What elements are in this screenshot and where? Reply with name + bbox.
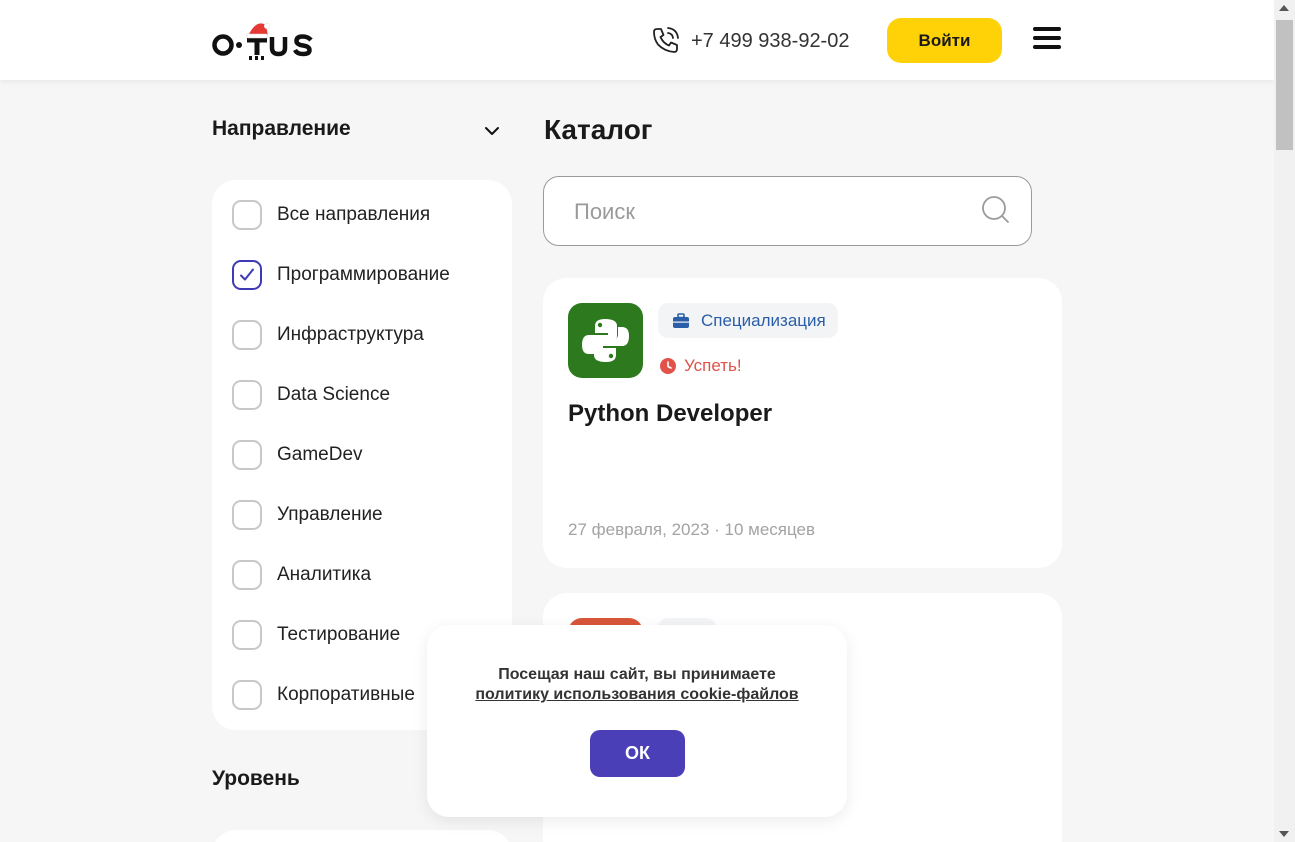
chevron-down-icon[interactable] — [481, 120, 503, 142]
filter-item-data-science[interactable]: Data Science — [232, 379, 390, 411]
filter-item-testing[interactable]: Тестирование — [232, 619, 400, 651]
course-card[interactable]: Специализация Успеть! Python Developer 2… — [543, 278, 1062, 568]
filter-item-label: Тестирование — [277, 624, 401, 645]
scrollbar-thumb[interactable] — [1276, 20, 1293, 150]
filter-item-programming[interactable]: Программирование — [232, 259, 450, 291]
checkbox[interactable] — [232, 680, 262, 710]
phone-number[interactable]: +7 499 938-92-02 — [691, 30, 849, 53]
search-icon[interactable] — [981, 195, 1011, 225]
level-filter-title[interactable]: Уровень — [212, 767, 300, 791]
python-logo-icon — [568, 303, 643, 378]
search-input[interactable] — [574, 199, 974, 225]
course-title[interactable]: Python Developer — [568, 400, 772, 428]
cookie-text: Посещая наш сайт, вы принимаете политику… — [427, 665, 847, 705]
cookie-policy-link[interactable]: политику использования cookie-файлов — [475, 685, 798, 705]
scroll-up-arrow-icon[interactable] — [1279, 5, 1289, 11]
filter-item-label: Data Science — [277, 384, 391, 405]
filter-item-corporate[interactable]: Корпоративные — [232, 679, 415, 711]
checkbox[interactable] — [232, 440, 262, 470]
page-title: Каталог — [544, 114, 653, 145]
scroll-down-arrow-icon[interactable] — [1279, 831, 1289, 837]
filter-item-label: Инфраструктура — [277, 324, 424, 345]
search-box[interactable] — [543, 176, 1032, 246]
checkbox-checked[interactable] — [232, 260, 262, 290]
filter-item-infrastructure[interactable]: Инфраструктура — [232, 319, 424, 351]
checkbox[interactable] — [232, 320, 262, 350]
site-header: +7 499 938-92-02 Войти — [0, 0, 1274, 80]
checkbox[interactable] — [232, 200, 262, 230]
filter-item-label: Все направления — [277, 204, 431, 225]
filter-item-gamedev[interactable]: GameDev — [232, 439, 363, 471]
login-button[interactable]: Войти — [887, 18, 1002, 63]
scrollbar[interactable] — [1274, 0, 1295, 842]
filter-item-label: Управление — [277, 504, 383, 525]
cookie-ok-button[interactable]: ОК — [590, 730, 685, 777]
checkbox[interactable] — [232, 620, 262, 650]
filter-item-label: Программирование — [277, 264, 450, 285]
course-tag-label: Специализация — [701, 310, 826, 330]
filter-item-all[interactable]: Все направления — [232, 199, 430, 231]
direction-filter-title[interactable]: Направление — [212, 117, 351, 141]
filter-item-label: Аналитика — [277, 564, 372, 585]
clock-icon — [660, 358, 676, 374]
course-meta: 27 февраля, 2023 · 10 месяцев — [568, 520, 816, 539]
briefcase-icon — [673, 312, 689, 328]
filter-item-analytics[interactable]: Аналитика — [232, 559, 371, 591]
checkbox[interactable] — [232, 560, 262, 590]
otus-logo[interactable] — [212, 16, 316, 62]
cookie-dialog: Посещая наш сайт, вы принимаете политику… — [427, 625, 847, 817]
filter-item-label: Корпоративные — [277, 684, 415, 705]
filter-item-management[interactable]: Управление — [232, 499, 383, 531]
hurry-label: Успеть! — [684, 356, 742, 375]
phone-icon — [653, 27, 679, 53]
checkmark-icon — [240, 268, 254, 281]
course-tag: Специализация — [658, 303, 838, 338]
menu-icon[interactable] — [1033, 27, 1061, 51]
filter-item-label: GameDev — [277, 444, 363, 465]
checkbox[interactable] — [232, 380, 262, 410]
cookie-message: Посещая наш сайт, вы принимаете — [498, 666, 776, 683]
hurry-badge: Успеть! — [660, 356, 742, 376]
level-filter-panel — [212, 830, 512, 842]
checkbox[interactable] — [232, 500, 262, 530]
